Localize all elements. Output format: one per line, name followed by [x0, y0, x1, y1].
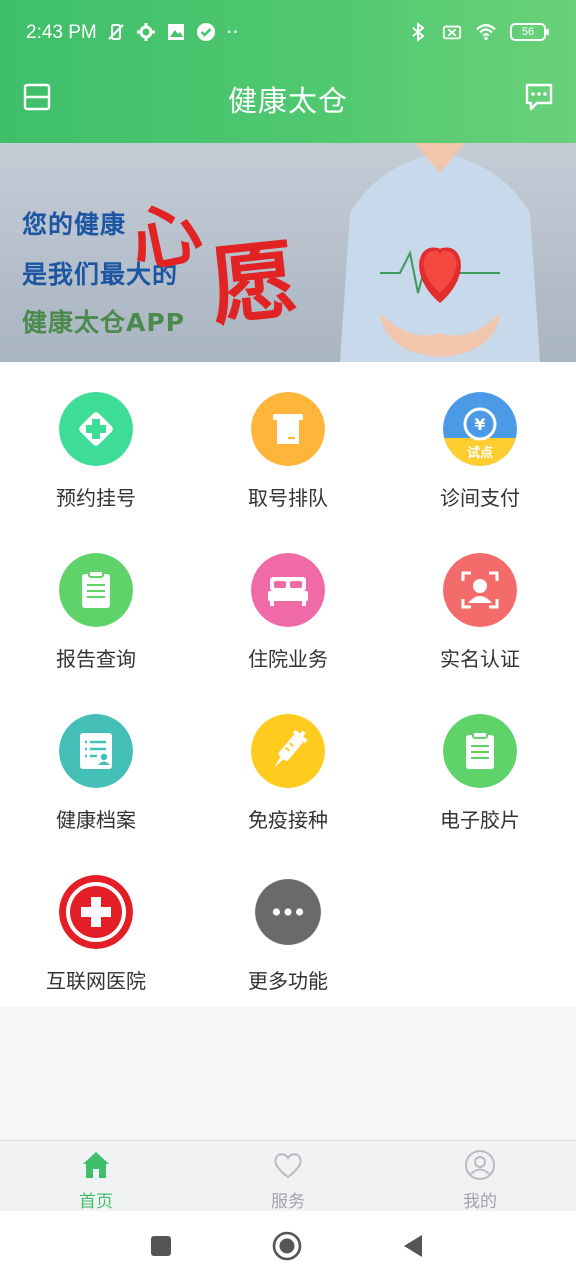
bottom-tab-bar: 首页 服务 我的: [0, 1140, 576, 1212]
service-label: 诊间支付: [440, 486, 520, 510]
service-label: 住院业务: [248, 647, 328, 671]
more-dots-icon: [255, 879, 321, 945]
calligraphy-char-2: 愿: [205, 228, 302, 339]
service-grid: 预约挂号 取号排队 ¥ 试点 诊间支付 报告查询 住院业务 实名认证 健康档案 …: [0, 362, 576, 1007]
service-internet-hospital[interactable]: 互联网医院: [0, 845, 192, 1006]
film-clipboard-icon: [443, 714, 517, 788]
recent-apps-icon[interactable]: [146, 1231, 176, 1261]
tab-home[interactable]: 首页: [0, 1141, 192, 1212]
tab-label: 我的: [463, 1192, 497, 1212]
service-label: 预约挂号: [56, 486, 136, 510]
health-record-icon: [59, 714, 133, 788]
mute-vibrate-icon: [108, 24, 124, 40]
system-nav-bar: [0, 1211, 576, 1280]
header: 2:43 PM ·· 56 健康太仓: [0, 0, 576, 143]
service-report-query[interactable]: 报告查询: [0, 523, 192, 684]
service-label: 实名认证: [440, 647, 520, 671]
syringe-icon: [251, 714, 325, 788]
tab-services[interactable]: 服务: [192, 1141, 384, 1212]
check-circle-icon: [197, 23, 215, 41]
calligraphy-char-1: 心: [123, 188, 209, 285]
service-label: 健康档案: [56, 808, 136, 832]
status-icons-right: 56: [408, 22, 549, 42]
service-appointment[interactable]: 预约挂号: [0, 362, 192, 523]
promo-banner[interactable]: 您的健康 是我们最大的 健康太仓APP 心 愿: [0, 143, 576, 362]
ticket-machine-icon: [251, 392, 325, 466]
service-clinic-payment[interactable]: ¥ 试点 诊间支付: [384, 362, 576, 523]
service-inpatient[interactable]: 住院业务: [192, 523, 384, 684]
message-icon[interactable]: [524, 82, 554, 112]
service-label: 更多功能: [248, 969, 328, 993]
home-icon: [83, 1152, 109, 1178]
status-bar: 2:43 PM ·· 56: [0, 0, 576, 54]
home-button-icon[interactable]: [272, 1231, 302, 1261]
status-time: 2:43 PM: [26, 22, 97, 43]
service-label: 免疫接种: [248, 808, 328, 832]
service-health-record[interactable]: 健康档案: [0, 684, 192, 845]
service-queue-ticket[interactable]: 取号排队: [192, 362, 384, 523]
more-notifications-icon: ··: [226, 20, 239, 44]
wifi-icon: [476, 24, 496, 40]
svg-text:¥: ¥: [474, 415, 485, 434]
service-more[interactable]: 更多功能: [192, 845, 384, 1006]
status-icons-left: ··: [106, 22, 239, 42]
tab-label: 服务: [271, 1192, 305, 1212]
gear-icon: [137, 23, 155, 41]
yuan-coin-icon: ¥ 试点: [443, 392, 517, 466]
service-label: 报告查询: [56, 647, 136, 671]
photo-icon: [168, 24, 184, 40]
red-cross-icon: [59, 875, 133, 949]
battery-indicator: 56: [510, 23, 549, 41]
plus-hospital-icon: [59, 392, 133, 466]
service-label: 互联网医院: [46, 969, 146, 993]
heart-icon: [274, 1153, 302, 1179]
heart-hands-illustration: [340, 143, 540, 362]
clipboard-icon: [59, 553, 133, 627]
banner-text-line-1: 您的健康: [22, 210, 127, 239]
bluetooth-icon: [412, 22, 425, 42]
service-real-name-auth[interactable]: 实名认证: [384, 523, 576, 684]
service-label: 电子胶片: [440, 808, 520, 832]
svg-text:试点: 试点: [467, 445, 493, 461]
banner-calligraphy: 心 愿: [123, 173, 310, 339]
back-icon[interactable]: [398, 1231, 428, 1261]
screen: 2:43 PM ·· 56 健康太仓 您的健康 是我们最大的 健康太仓APP 心…: [0, 0, 576, 1280]
no-sim-icon: [442, 25, 462, 40]
service-vaccination[interactable]: 免疫接种: [192, 684, 384, 845]
tab-mine[interactable]: 我的: [384, 1141, 576, 1212]
service-label: 取号排队: [248, 486, 328, 510]
app-bar: 健康太仓: [0, 54, 576, 143]
page-title: 健康太仓: [227, 84, 348, 118]
user-icon: [465, 1150, 495, 1180]
service-electronic-film[interactable]: 电子胶片: [384, 684, 576, 845]
face-id-icon: [443, 553, 517, 627]
bed-icon: [251, 553, 325, 627]
tab-label: 首页: [79, 1192, 113, 1212]
